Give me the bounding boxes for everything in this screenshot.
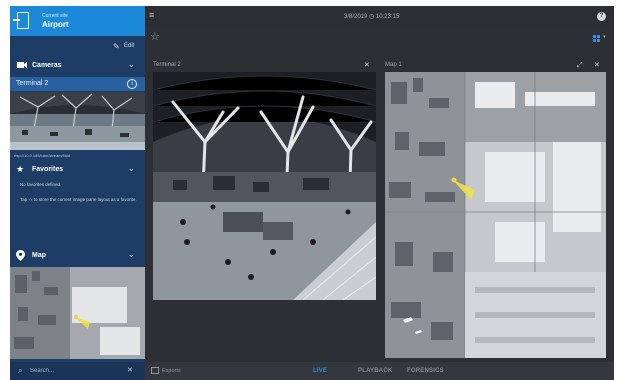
image-pane-map: Map 1 ⤢ ✕ (385, 61, 606, 358)
camera-url: rtsp://10.0.185/cam/stream/fluid (14, 153, 71, 158)
map-view[interactable] (385, 72, 606, 358)
map-pin-icon (16, 250, 25, 263)
menu-icon[interactable]: ≡ (149, 10, 154, 20)
camera-thumbnail[interactable] (10, 92, 145, 150)
info-icon[interactable]: i (127, 79, 137, 89)
site-caption: Current site (42, 13, 68, 19)
cameras-label: Cameras (32, 62, 62, 69)
map-section-header[interactable]: Map ⌄ (10, 249, 145, 263)
add-favorite-star-icon[interactable]: ☆ (150, 30, 160, 43)
expand-icon[interactable]: ⤢ (577, 62, 583, 70)
bottom-bar: Exports LIVE PLAYBACK FORENSICS (145, 362, 614, 380)
edit-label: Edit (124, 43, 135, 49)
top-bar: ≡ 3/8/2019 ◷ 10:23:15 ? (145, 6, 614, 26)
layout-grid-icon[interactable] (593, 35, 601, 43)
exports-button[interactable]: Exports (162, 368, 181, 374)
map-thumbnail[interactable] (10, 267, 145, 359)
favorites-label: Favorites (32, 166, 64, 173)
site-name: Airport (42, 20, 69, 29)
favorites-hint-text: Tap ☆ to store the current image pane la… (20, 197, 137, 202)
favorites-empty-text: No favorites defined. (20, 182, 62, 187)
help-icon[interactable]: ? (597, 12, 606, 21)
close-icon[interactable]: ✕ (127, 366, 133, 374)
camera-video-view[interactable] (153, 72, 376, 300)
tab-forensics[interactable]: FORENSICS (407, 368, 444, 374)
map-label: Map (32, 252, 46, 259)
pane-title: Terminal 2 (153, 62, 181, 68)
image-pane-camera: Terminal 2 ✕ (153, 61, 376, 301)
app-window: Current site Airport ✎ Edit Cameras ⌄ Te… (10, 6, 614, 380)
pane-title: Map 1 (385, 62, 402, 68)
edit-icon: ✎ (113, 42, 120, 51)
pane-toolbar: ☆ ▾ (145, 26, 614, 52)
search-bar: ⌕ ✕ (10, 362, 145, 380)
star-icon: ★ (16, 164, 25, 174)
favorites-section-header[interactable]: ★ Favorites ⌄ (10, 163, 145, 177)
close-icon[interactable]: ✕ (364, 61, 370, 69)
close-icon[interactable]: ✕ (594, 61, 600, 69)
chevron-down-icon: ⌄ (128, 60, 135, 69)
sidebar: Current site Airport ✎ Edit Cameras ⌄ Te… (10, 6, 145, 380)
chevron-down-icon: ⌄ (128, 164, 135, 173)
site-exit-icon (13, 12, 29, 29)
edit-button[interactable]: ✎ Edit (10, 41, 145, 53)
camera-icon (16, 60, 28, 72)
chevron-down-icon: ⌄ (128, 250, 135, 259)
tab-playback[interactable]: PLAYBACK (358, 368, 392, 374)
search-input[interactable] (30, 366, 120, 376)
camera-item-selected[interactable]: Terminal 2 i (10, 77, 145, 91)
site-header[interactable]: Current site Airport (10, 6, 145, 36)
tab-live[interactable]: LIVE (313, 368, 327, 374)
cameras-section-header[interactable]: Cameras ⌄ (10, 59, 145, 73)
search-icon: ⌕ (18, 366, 23, 375)
datetime: 3/8/2019 ◷ 10:23:15 (344, 14, 400, 20)
exports-icon[interactable] (151, 367, 159, 374)
camera-item-label: Terminal 2 (16, 80, 49, 87)
chevron-down-icon[interactable]: ▾ (603, 34, 606, 40)
